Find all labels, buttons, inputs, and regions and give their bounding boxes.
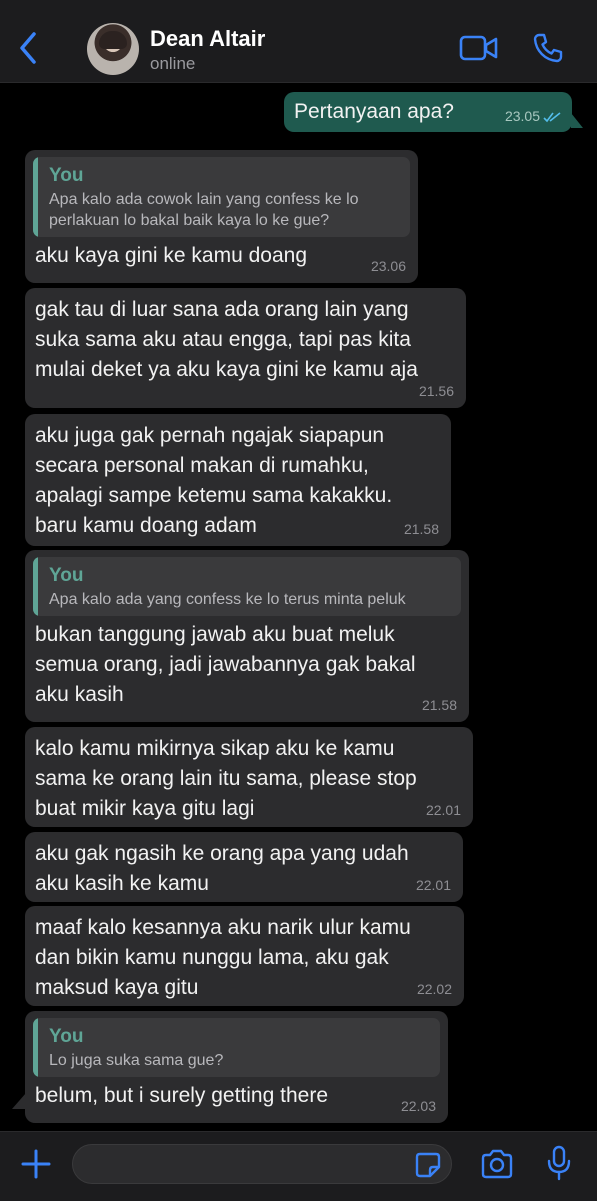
quote-text: Lo juga suka sama gue?	[49, 1052, 224, 1069]
sticker-icon	[415, 1152, 441, 1178]
voice-note-button[interactable]	[546, 1145, 572, 1186]
message-bubble-incoming[interactable]: You Apa kalo ada yang confess ke lo teru…	[25, 550, 469, 722]
message-time: 22.02	[416, 981, 452, 997]
message-input[interactable]	[72, 1144, 452, 1184]
quote-author: You	[49, 1026, 84, 1047]
phone-icon	[533, 33, 563, 63]
quote-text: Apa kalo ada yang confess ke lo terus mi…	[49, 591, 406, 608]
message-bubble-outgoing[interactable]: Pertanyaan apa? 23.05	[284, 92, 572, 132]
message-bubble-incoming[interactable]: kalo kamu mikirnya sikap aku ke kamu sam…	[25, 727, 473, 827]
message-text: belum, but i surely getting there	[35, 1084, 328, 1107]
message-bubble-incoming[interactable]: aku gak ngasih ke orang apa yang udah ak…	[25, 832, 463, 902]
plus-icon	[21, 1149, 51, 1179]
contact-name[interactable]: Dean Altair	[150, 26, 265, 52]
camera-icon	[481, 1149, 513, 1179]
message-text: aku juga gak pernah ngajak siapapun seca…	[35, 424, 393, 537]
message-time: 22.03	[400, 1098, 436, 1114]
voice-call-button[interactable]	[532, 32, 564, 69]
message-time: 21.56	[418, 383, 454, 399]
quote-author: You	[49, 565, 84, 586]
message-text: aku gak ngasih ke orang apa yang udah ak…	[35, 842, 409, 895]
bubble-tail	[571, 113, 583, 128]
message-time: 22.01	[425, 802, 461, 818]
message-text: maaf kalo kesannya aku narik ulur kamu d…	[35, 916, 411, 999]
back-chevron-icon	[20, 32, 36, 64]
composer-bar	[0, 1131, 597, 1201]
message-text: gak tau di luar sana ada orang lain yang…	[35, 298, 418, 381]
message-text: kalo kamu mikirnya sikap aku ke kamu sam…	[35, 737, 417, 820]
bubble-tail	[12, 1093, 26, 1109]
attach-button[interactable]	[20, 1148, 52, 1185]
read-ticks-icon	[543, 112, 561, 123]
message-bubble-incoming[interactable]: You Lo juga suka sama gue? belum, but i …	[25, 1011, 448, 1123]
quote-text: Apa kalo ada cowok lain yang confess ke …	[49, 191, 359, 229]
message-text: bukan tanggung jawab aku buat meluk semu…	[35, 623, 416, 706]
message-bubble-incoming[interactable]: You Apa kalo ada cowok lain yang confess…	[25, 150, 418, 283]
contact-status: online	[150, 54, 196, 73]
sticker-button[interactable]	[415, 1152, 441, 1183]
video-call-button[interactable]	[459, 34, 499, 67]
quoted-reply[interactable]: You Apa kalo ada yang confess ke lo teru…	[33, 557, 461, 616]
message-bubble-incoming[interactable]: gak tau di luar sana ada orang lain yang…	[25, 288, 466, 408]
message-time: 23.06	[370, 258, 406, 274]
back-button[interactable]	[12, 28, 46, 68]
microphone-icon	[547, 1145, 571, 1181]
camera-button[interactable]	[480, 1149, 514, 1184]
quoted-reply[interactable]: You Lo juga suka sama gue?	[33, 1018, 440, 1077]
chat-header: Dean Altair online	[0, 0, 597, 83]
quoted-reply[interactable]: You Apa kalo ada cowok lain yang confess…	[33, 157, 410, 237]
video-call-icon	[459, 35, 498, 61]
message-bubble-incoming[interactable]: aku juga gak pernah ngajak siapapun seca…	[25, 414, 451, 546]
avatar[interactable]	[87, 23, 139, 75]
message-time: 23.05	[504, 108, 540, 124]
message-time: 21.58	[421, 697, 457, 713]
message-bubble-incoming[interactable]: maaf kalo kesannya aku narik ulur kamu d…	[25, 906, 464, 1006]
quote-author: You	[49, 165, 84, 186]
message-time: 22.01	[415, 877, 451, 893]
message-time: 21.58	[403, 521, 439, 537]
message-text: aku kaya gini ke kamu doang	[35, 244, 308, 267]
